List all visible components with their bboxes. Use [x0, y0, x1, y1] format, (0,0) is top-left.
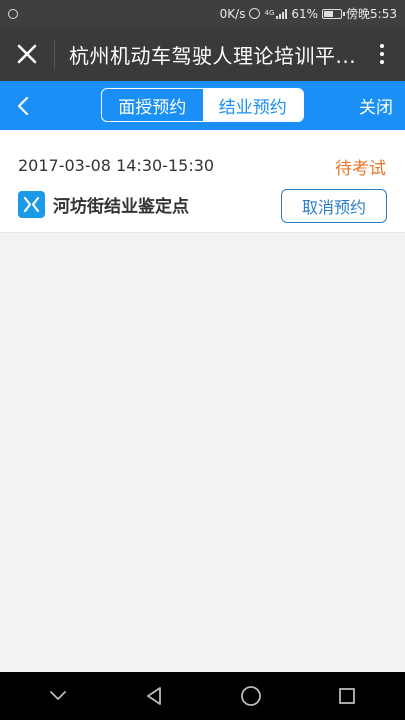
close-link[interactable]: 关闭: [359, 81, 393, 130]
square-recents-icon: [338, 688, 355, 704]
chevron-left-icon: [17, 96, 29, 115]
title-bar: 杭州机动车驾驶人理论培训平...: [0, 27, 405, 81]
chevron-down-icon: [50, 691, 67, 701]
battery-percent: 61%: [291, 6, 319, 21]
recents-button[interactable]: [327, 676, 367, 716]
signal-icon: 4G: [264, 8, 288, 19]
battery-icon: [322, 8, 346, 19]
system-back-button[interactable]: [134, 676, 174, 716]
nav-bar: 面授预约 结业预约 关闭: [0, 81, 405, 130]
cancel-booking-button[interactable]: 取消预约: [281, 189, 387, 223]
system-nav-bar: [0, 672, 405, 720]
clock: 傍晚5:53: [346, 7, 397, 21]
page-title: 杭州机动车驾驶人理论培训平...: [69, 43, 357, 68]
site-row: 河坊街结业鉴定点: [18, 191, 189, 218]
status-bar: 0K/s 4G 61% 傍晚5:53: [0, 0, 405, 27]
close-button[interactable]: [0, 27, 54, 81]
back-button[interactable]: [0, 81, 46, 130]
more-menu-button[interactable]: [359, 27, 405, 81]
alarm-icon: [249, 8, 261, 19]
notification-icon: [8, 8, 18, 19]
signal-type-label: 4G: [264, 8, 275, 17]
site-logo-icon: [18, 191, 45, 218]
appointment-status: 待考试: [335, 159, 386, 179]
close-icon: [17, 44, 37, 64]
tab-face-to-face-booking[interactable]: 面授预约: [102, 89, 203, 121]
segmented-tabs: 面授预约 结业预约: [101, 88, 304, 122]
triangle-back-icon: [147, 687, 162, 705]
tab-completion-booking[interactable]: 结业预约: [202, 89, 303, 121]
appointment-datetime: 2017-03-08 14:30-15:30: [18, 156, 215, 175]
site-name: 河坊街结业鉴定点: [53, 197, 189, 217]
home-button[interactable]: [231, 676, 271, 716]
network-speed: 0K/s: [219, 6, 246, 21]
circle-home-icon: [240, 686, 261, 706]
appointment-card: 2017-03-08 14:30-15:30 待考试 河坊街结业鉴定点 取消预约: [0, 130, 405, 233]
collapse-button[interactable]: [38, 676, 78, 716]
